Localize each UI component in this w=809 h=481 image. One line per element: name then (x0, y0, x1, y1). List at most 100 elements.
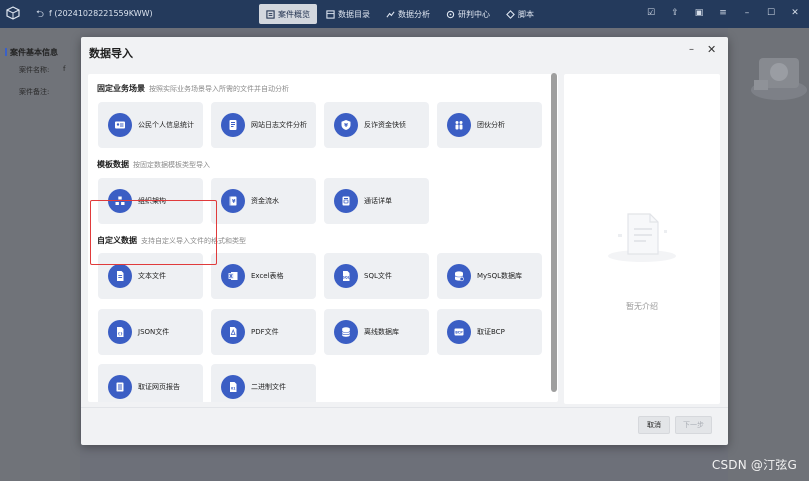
web-report-icon (108, 375, 132, 399)
nav-script[interactable]: 脚本 (499, 4, 541, 24)
export-icon[interactable]: ⇪ (669, 7, 681, 19)
app-logo-icon (6, 6, 20, 20)
card-label: 资金流水 (251, 197, 279, 205)
nav-case-overview[interactable]: 案件概览 (259, 4, 317, 24)
case-info-panel: 案件基本信息 案件名称: f 案件备注: (0, 28, 80, 481)
next-button[interactable]: 下一步 (675, 416, 712, 434)
json-file-icon: {} (108, 320, 132, 344)
dialog-title: 数据导入 (89, 47, 133, 60)
package-icon[interactable]: ▣ (693, 7, 705, 19)
back-icon[interactable]: ⮌ (36, 7, 44, 24)
minimize-window-icon[interactable]: – (741, 7, 753, 19)
group-icon (447, 113, 471, 137)
card-call-records[interactable]: 通话详单 (324, 178, 429, 224)
section-desc: 按固定数据模板类型导入 (133, 161, 210, 169)
log-file-icon (221, 113, 245, 137)
id-card-icon (108, 113, 132, 137)
card-gang-analysis[interactable]: 团伙分析 (437, 102, 542, 148)
svg-text:SQL: SQL (342, 276, 350, 280)
minimize-icon[interactable]: – (689, 45, 699, 55)
highlight-box (90, 200, 217, 265)
close-icon[interactable]: ✕ (707, 44, 717, 55)
card-label: SQL文件 (364, 272, 392, 280)
maximize-window-icon[interactable]: ☐ (765, 7, 777, 19)
binary-file-icon: 01 (221, 375, 245, 399)
card-web-report[interactable]: 取证网页报告 (98, 364, 203, 402)
card-forensic-bcp[interactable]: BCP 取证BCP (437, 309, 542, 355)
case-name-label: 案件名称: (19, 66, 50, 74)
card-label: 团伙分析 (477, 121, 505, 129)
call-record-icon (334, 189, 358, 213)
case-note-label: 案件备注: (19, 88, 50, 96)
intro-empty-text: 暂无介绍 (626, 302, 658, 311)
excel-icon: X (221, 264, 245, 288)
card-label: MySQL数据库 (477, 272, 523, 280)
svg-text:¥: ¥ (232, 199, 236, 205)
nav-label: 数据分析 (398, 9, 430, 19)
card-label: 反诈资金快侦 (364, 121, 406, 129)
window-tools: ☑ ⇪ ▣ ≡ – ☐ ✕ (645, 7, 801, 19)
nav-label: 脚本 (518, 9, 534, 19)
card-anti-fraud[interactable]: ¥ 反诈资金快侦 (324, 102, 429, 148)
import-options-panel: 固定业务场景 按照实际业务场景导入所需的文件并自动分析 公民个人信息统计 网站日志… (88, 74, 558, 402)
svg-text:01: 01 (231, 387, 236, 391)
nav-label: 案件概览 (278, 9, 310, 19)
card-label: 离线数据库 (364, 328, 399, 336)
sql-file-icon: SQL (334, 264, 358, 288)
section-title-template-data: 模板数据 按固定数据模板类型导入 (97, 159, 210, 170)
intro-panel: 暂无介绍 (564, 74, 720, 404)
nav-research-center[interactable]: 研判中心 (439, 4, 497, 24)
card-mysql-db[interactable]: MySQL数据库 (437, 253, 542, 299)
svg-text:X: X (229, 274, 233, 280)
section-name: 固定业务场景 (97, 84, 145, 93)
card-label: Excel表格 (251, 272, 284, 280)
mysql-db-icon (447, 264, 471, 288)
shield-money-icon: ¥ (334, 113, 358, 137)
card-citizen-info[interactable]: 公民个人信息统计 (98, 102, 203, 148)
analysis-icon (386, 10, 395, 18)
pdf-file-icon (221, 320, 245, 344)
data-import-dialog: 数据导入 – ✕ 固定业务场景 按照实际业务场景导入所需的文件并自动分析 公民个人… (81, 37, 728, 445)
card-label: PDF文件 (251, 328, 279, 336)
case-name-value: f (63, 65, 66, 73)
empty-document-icon (608, 213, 676, 262)
nav-data-catalog[interactable]: 数据目录 (319, 4, 377, 24)
nav-data-analysis[interactable]: 数据分析 (379, 4, 437, 24)
card-fund-flow[interactable]: ¥ 资金流水 (211, 178, 316, 224)
svg-text:{}: {} (118, 332, 124, 336)
card-label: 取证BCP (477, 328, 505, 336)
section-name: 模板数据 (97, 160, 129, 169)
card-label: 网站日志文件分析 (251, 121, 307, 129)
card-excel[interactable]: X Excel表格 (211, 253, 316, 299)
card-web-log[interactable]: 网站日志文件分析 (211, 102, 316, 148)
svg-text:BCP: BCP (455, 331, 463, 335)
ledger-icon: ¥ (221, 189, 245, 213)
text-file-icon (108, 264, 132, 288)
card-sql-file[interactable]: SQL SQL文件 (324, 253, 429, 299)
card-binary-file[interactable]: 01 二进制文件 (211, 364, 316, 402)
database-icon (334, 320, 358, 344)
checklist-icon[interactable]: ☑ (645, 7, 657, 19)
overview-icon (266, 9, 275, 19)
decorative-illustration (751, 58, 807, 100)
scrollbar[interactable] (551, 73, 557, 392)
card-label: JSON文件 (138, 328, 170, 336)
section-desc: 按照实际业务场景导入所需的文件并自动分析 (149, 85, 289, 93)
cancel-button[interactable]: 取消 (638, 416, 670, 434)
card-json-file[interactable]: {} JSON文件 (98, 309, 203, 355)
case-title: f (20241028221559KWW) (49, 9, 153, 18)
catalog-icon (326, 9, 335, 19)
menu-icon[interactable]: ≡ (717, 7, 729, 19)
bcp-icon: BCP (447, 320, 471, 344)
svg-text:¥: ¥ (344, 123, 348, 129)
card-label: 二进制文件 (251, 383, 286, 391)
card-offline-db[interactable]: 离线数据库 (324, 309, 429, 355)
app-titlebar: ⮌ f (20241028221559KWW) 案件概览 数据目录 数据分析 研… (0, 0, 809, 28)
close-window-icon[interactable]: ✕ (789, 7, 801, 19)
script-icon (506, 9, 515, 19)
research-icon (446, 10, 455, 18)
card-label: 公民个人信息统计 (138, 121, 194, 129)
card-label: 通话详单 (364, 197, 392, 205)
card-pdf-file[interactable]: PDF文件 (211, 309, 316, 355)
case-info-heading: 案件基本信息 (5, 48, 58, 57)
